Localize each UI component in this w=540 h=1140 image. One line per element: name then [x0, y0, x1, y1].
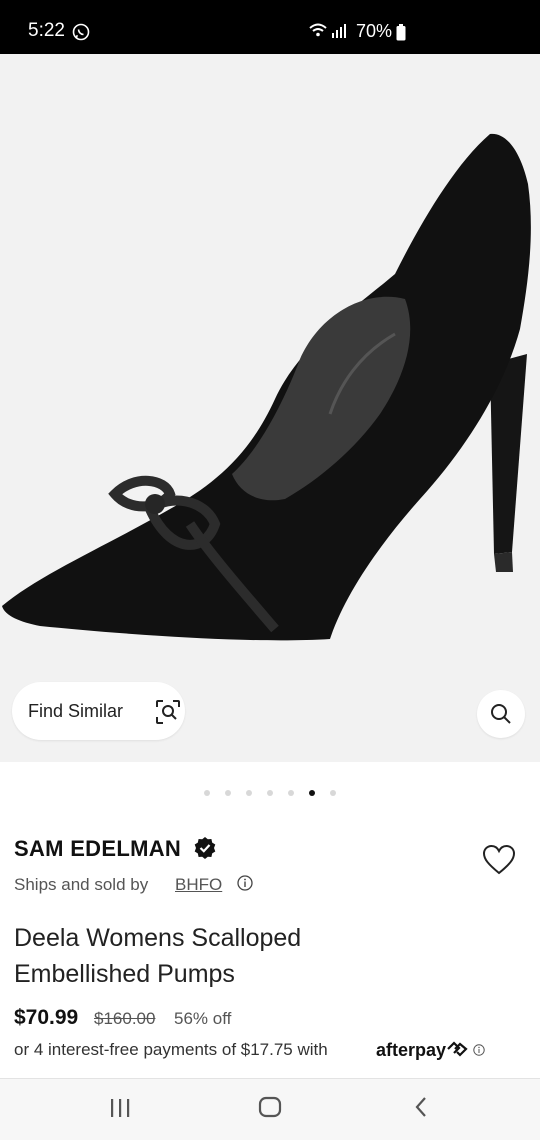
carousel-dot-active[interactable] — [309, 790, 315, 796]
visual-search-icon — [156, 700, 180, 724]
verified-badge-icon — [194, 837, 216, 859]
afterpay-info-icon[interactable] — [473, 1044, 485, 1056]
afterpay-wordmark: afterpay — [376, 1040, 447, 1060]
brand-name[interactable]: SAM EDELMAN — [14, 836, 181, 862]
find-similar-button[interactable]: Find Similar — [12, 682, 185, 740]
zoom-button[interactable] — [477, 690, 525, 738]
heart-icon[interactable] — [482, 844, 516, 876]
ships-sold-by-label: Ships and sold by — [14, 875, 149, 894]
carousel-dot[interactable] — [267, 790, 273, 796]
wifi-icon — [309, 23, 346, 38]
status-time: 5:22 — [28, 20, 65, 41]
carousel-dot[interactable] — [225, 790, 231, 796]
status-bar: 5:22 70% — [0, 0, 540, 54]
sale-price: $70.99 — [14, 1006, 79, 1029]
recent-apps-icon[interactable] — [108, 1098, 132, 1118]
discount-label: 56% off — [174, 1009, 232, 1028]
seller-link[interactable]: BHFO — [175, 875, 222, 895]
back-icon[interactable] — [412, 1096, 430, 1118]
product-image[interactable] — [0, 54, 540, 762]
magnifier-icon — [491, 704, 511, 724]
battery-icon — [396, 24, 406, 41]
home-icon[interactable] — [257, 1096, 283, 1118]
afterpay-logo-icon — [447, 1041, 468, 1057]
carousel-dot[interactable] — [288, 790, 294, 796]
original-price: $160.00 — [94, 1009, 156, 1028]
battery-percent: 70% — [356, 21, 393, 41]
whatsapp-icon — [72, 23, 90, 41]
carousel-dot[interactable] — [246, 790, 252, 796]
carousel-indicator — [0, 790, 540, 798]
info-icon[interactable] — [237, 875, 253, 891]
carousel-dot[interactable] — [204, 790, 210, 796]
product-title: Deela Womens Scalloped Embellished Pumps — [14, 924, 302, 988]
find-similar-label: Find Similar — [28, 700, 124, 721]
installments-text: or 4 interest-free payments of $17.75 wi… — [14, 1040, 328, 1059]
carousel-dot[interactable] — [330, 790, 336, 796]
shoe-image — [2, 133, 531, 641]
